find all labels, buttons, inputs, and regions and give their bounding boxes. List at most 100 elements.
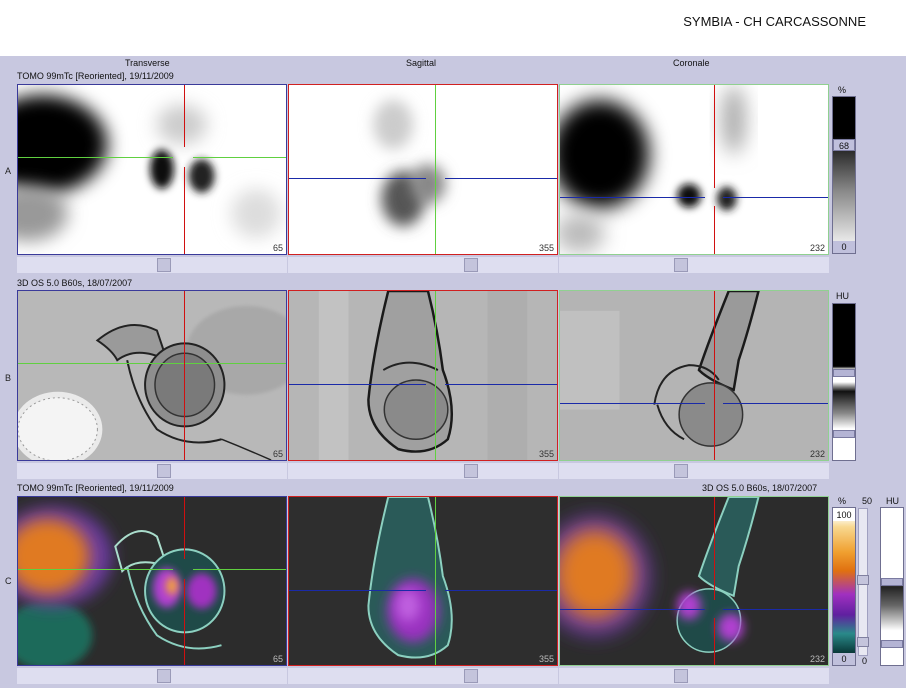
scroll-knob[interactable] <box>157 464 171 478</box>
colorbar-c[interactable] <box>832 507 856 666</box>
panel-c-sagittal[interactable]: 355 <box>288 496 558 666</box>
crosshair-horizontal[interactable] <box>445 384 557 385</box>
crosshair-vertical[interactable] <box>714 497 715 600</box>
panel-b-transverse[interactable]: 65 <box>17 290 287 461</box>
crosshair-horizontal[interactable] <box>18 157 173 158</box>
crosshair-horizontal[interactable] <box>18 363 286 364</box>
colorbar-a[interactable] <box>832 96 856 254</box>
colorbar-c-unit2: HU <box>886 496 899 506</box>
crosshair-vertical[interactable] <box>184 497 185 559</box>
scroll-knob[interactable] <box>157 669 171 683</box>
colorbar-c-slider-bottom-value: 0 <box>862 656 868 666</box>
crosshair-vertical[interactable] <box>714 291 715 460</box>
panel-b-coronal[interactable]: 232 <box>559 290 829 461</box>
crosshair-vertical[interactable] <box>435 291 436 460</box>
slice-number: 65 <box>272 654 283 664</box>
slice-number: 355 <box>538 449 554 459</box>
crosshair-vertical[interactable] <box>714 618 715 665</box>
crosshair-horizontal[interactable] <box>723 609 828 610</box>
crosshair-horizontal[interactable] <box>193 569 286 570</box>
panel-b-sagittal[interactable]: 355 <box>288 290 558 461</box>
crosshair-horizontal[interactable] <box>723 403 828 404</box>
slice-number: 355 <box>538 243 554 253</box>
slice-number: 232 <box>809 654 825 664</box>
row-b-letter: B <box>5 373 12 383</box>
crosshair-vertical[interactable] <box>435 497 436 665</box>
fusion-transverse-image <box>18 497 286 665</box>
slice-number: 232 <box>809 243 825 253</box>
column-header-transverse: Transverse <box>125 58 170 68</box>
colorbar-a-min[interactable]: 0 <box>833 241 855 253</box>
crosshair-vertical[interactable] <box>184 167 185 254</box>
crosshair-horizontal[interactable] <box>18 569 173 570</box>
panel-a-sagittal[interactable]: 355 <box>288 84 558 255</box>
panel-c-coronal[interactable]: 232 <box>559 496 829 666</box>
site-title: SYMBIA - CH CARCASSONNE <box>683 14 866 29</box>
crosshair-horizontal[interactable] <box>193 157 286 158</box>
colorbar-a-unit: % <box>838 85 847 95</box>
column-header-sagittal: Sagittal <box>406 58 437 68</box>
colorbar-c-slider-top-value: 50 <box>862 496 873 506</box>
colorbar-b-window-top[interactable] <box>833 369 855 377</box>
row-a-series-label: TOMO 99mTc [Reoriented], 19/11/2009 <box>17 71 174 81</box>
row-c-series-right: 3D OS 5.0 B60s, 18/07/2007 <box>702 483 818 493</box>
scroll-knob[interactable] <box>464 464 478 478</box>
fusion-sagittal-image <box>289 497 557 665</box>
row-b-sagittal-scroll[interactable] <box>288 463 558 479</box>
report-header: SYMBIA - CH CARCASSONNE <box>0 0 906 56</box>
spect-coronal-image <box>560 85 746 254</box>
slice-number: 232 <box>809 449 825 459</box>
scroll-knob[interactable] <box>674 464 688 478</box>
slice-number: 355 <box>538 654 554 664</box>
row-c-coronal-scroll[interactable] <box>559 668 829 684</box>
scroll-knob[interactable] <box>674 669 688 683</box>
blend-slider-knob-bottom[interactable] <box>857 637 869 647</box>
row-a-sagittal-scroll[interactable] <box>288 257 558 273</box>
crosshair-horizontal[interactable] <box>289 590 426 591</box>
row-a-coronal-scroll[interactable] <box>559 257 829 273</box>
column-header-coronal: Coronale <box>673 58 710 68</box>
crosshair-vertical[interactable] <box>184 291 185 460</box>
colorbar-a-max[interactable]: 68 <box>833 139 855 151</box>
row-c-sagittal-scroll[interactable] <box>288 668 558 684</box>
colorbar-c-max[interactable]: 100 <box>833 509 855 521</box>
crosshair-horizontal[interactable] <box>560 403 705 404</box>
colorbar-b-unit: HU <box>836 291 849 301</box>
row-b-coronal-scroll[interactable] <box>559 463 829 479</box>
row-c-transverse-scroll[interactable] <box>17 668 287 684</box>
crosshair-vertical[interactable] <box>184 85 185 147</box>
crosshair-horizontal[interactable] <box>289 178 426 179</box>
crosshair-horizontal[interactable] <box>560 197 705 198</box>
scroll-knob[interactable] <box>464 669 478 683</box>
scroll-knob[interactable] <box>674 258 688 272</box>
spect-transverse-image <box>18 94 282 242</box>
crosshair-horizontal[interactable] <box>723 197 828 198</box>
viewer-area: Transverse Sagittal Coronale TOMO 99mTc … <box>0 56 906 688</box>
row-b-transverse-scroll[interactable] <box>17 463 287 479</box>
crosshair-vertical[interactable] <box>714 85 715 188</box>
ct-coronal-image <box>560 291 828 460</box>
colorbar-c-unit: % <box>838 496 847 506</box>
scroll-knob[interactable] <box>157 258 171 272</box>
blend-slider-knob-top[interactable] <box>857 575 869 585</box>
colorbar-b-window-bottom[interactable] <box>833 430 855 438</box>
spect-sagittal-image <box>373 99 446 227</box>
panel-a-transverse[interactable]: 65 <box>17 84 287 255</box>
row-a-transverse-scroll[interactable] <box>17 257 287 273</box>
crosshair-vertical[interactable] <box>435 85 436 254</box>
crosshair-vertical[interactable] <box>184 579 185 665</box>
colorbar-c-min[interactable]: 0 <box>833 653 855 665</box>
scroll-knob[interactable] <box>464 258 478 272</box>
crosshair-horizontal[interactable] <box>445 178 557 179</box>
fusion-blend-slider[interactable] <box>857 508 869 656</box>
panel-a-coronal[interactable]: 232 <box>559 84 829 255</box>
panel-c-transverse[interactable]: 65 <box>17 496 287 666</box>
colorbar-c-ct-window-bottom[interactable] <box>881 640 903 648</box>
crosshair-vertical[interactable] <box>714 206 715 254</box>
crosshair-horizontal[interactable] <box>289 384 426 385</box>
colorbar-c-ct-window-top[interactable] <box>881 578 903 586</box>
slice-number: 65 <box>272 243 283 253</box>
row-c-letter: C <box>5 576 12 586</box>
crosshair-horizontal[interactable] <box>445 590 557 591</box>
crosshair-horizontal[interactable] <box>560 609 705 610</box>
